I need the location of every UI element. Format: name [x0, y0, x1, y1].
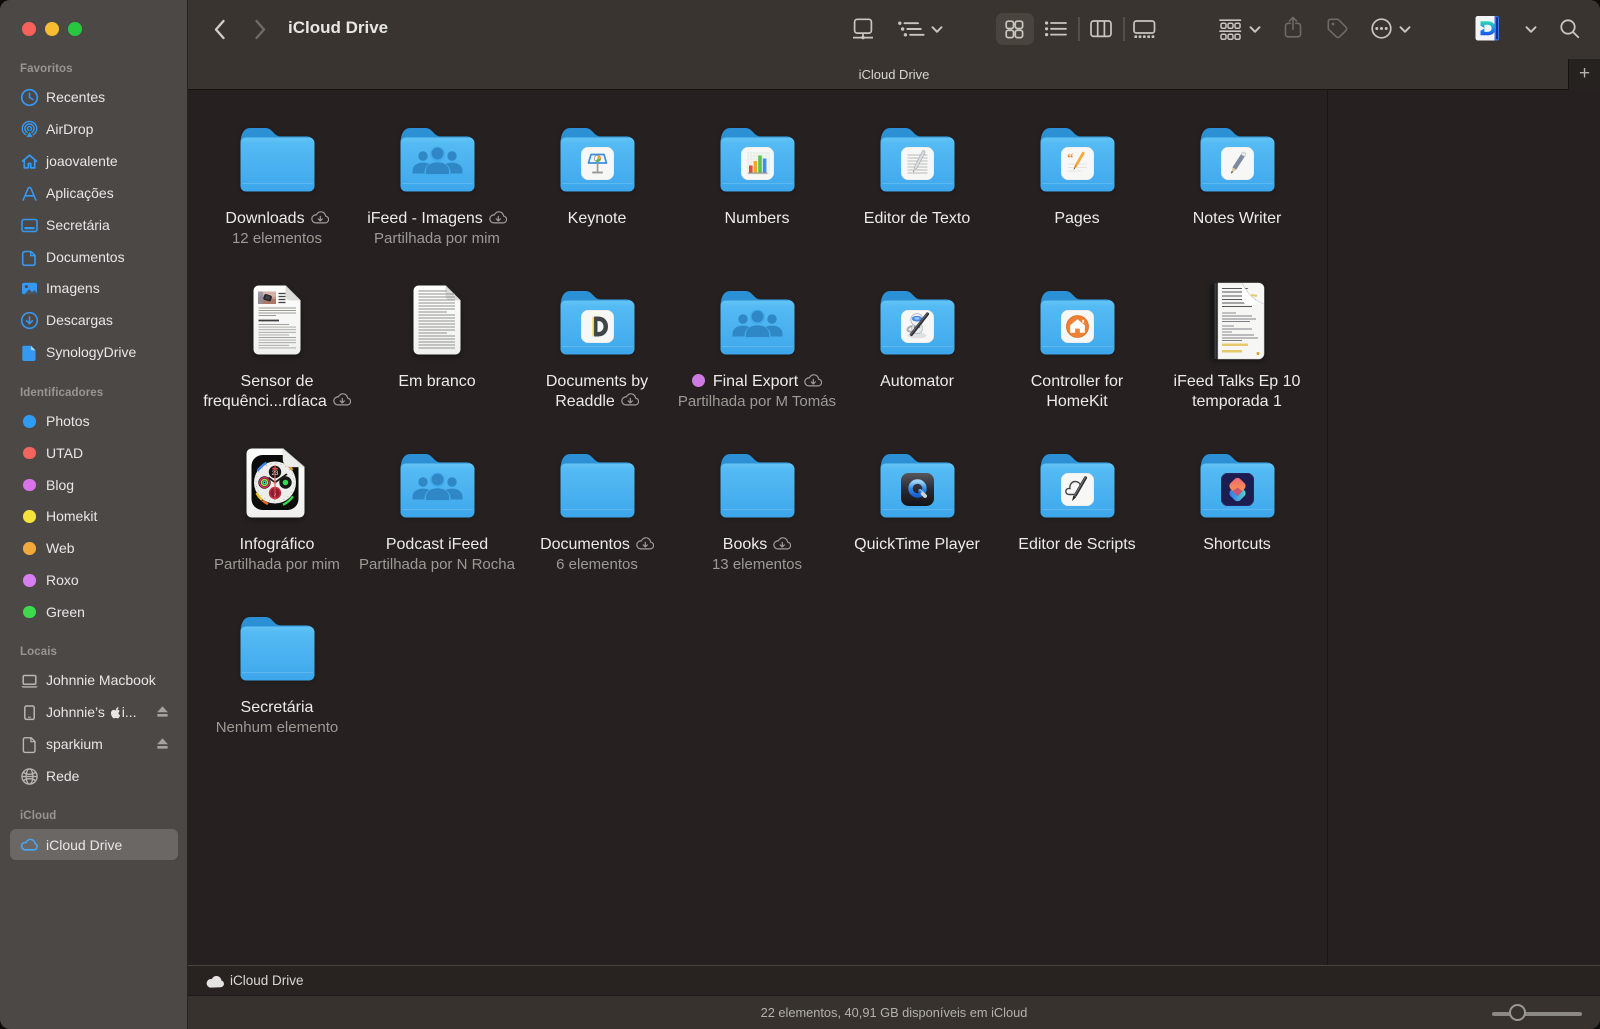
svg-text:“: “	[1067, 150, 1074, 165]
